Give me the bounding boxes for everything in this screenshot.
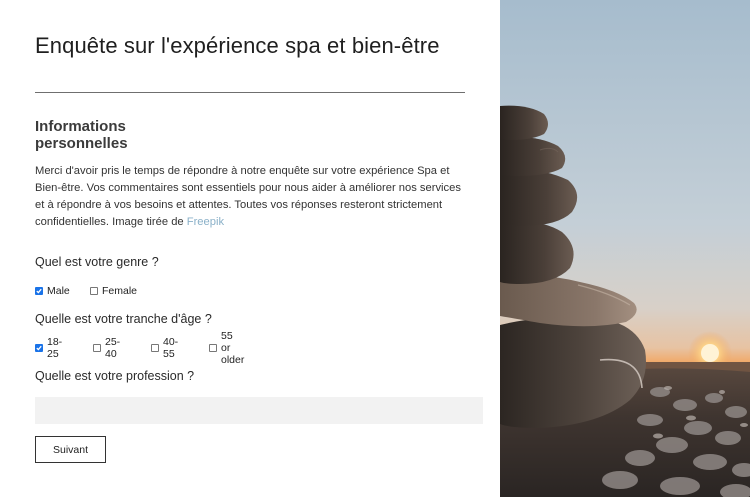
survey-form: Enquête sur l'expérience spa et bien-êtr… — [0, 0, 500, 497]
female-label: Female — [102, 285, 138, 297]
next-button[interactable]: Suivant — [35, 436, 106, 463]
age-40-55-label: 40-55 — [163, 336, 179, 360]
page-title: Enquête sur l'expérience spa et bien-êtr… — [35, 33, 440, 58]
gender-question-label: Quel est votre genre ? — [35, 255, 159, 269]
age-option-55-or-older[interactable]: 55 or older — [209, 330, 244, 366]
age-option-18-25[interactable]: 18-25 — [35, 336, 62, 360]
age-55-or-older-checkbox[interactable] — [209, 344, 217, 352]
age-question-label: Quelle est votre tranche d'âge ? — [35, 312, 212, 326]
profession-question-label: Quelle est votre profession ? — [35, 369, 195, 383]
stacked-stones-photo — [500, 0, 750, 497]
male-checkbox[interactable] — [35, 287, 43, 295]
age-55-or-older-label: 55 or older — [221, 330, 245, 366]
section-heading: Informations personnelles — [35, 118, 128, 152]
age-25-40-checkbox[interactable] — [93, 344, 101, 352]
intro-text: Merci d'avoir pris le temps de répondre … — [35, 165, 461, 228]
age-40-55-checkbox[interactable] — [151, 344, 159, 352]
female-checkbox[interactable] — [90, 287, 98, 295]
age-18-25-label: 18-25 — [47, 336, 63, 360]
male-label: Male — [47, 285, 70, 297]
gender-option-male[interactable]: Male — [35, 284, 70, 298]
gender-option-female[interactable]: Female — [90, 284, 137, 298]
age-18-25-checkbox[interactable] — [35, 344, 43, 352]
age-25-40-label: 25-40 — [105, 336, 121, 360]
profession-input[interactable] — [35, 397, 483, 424]
age-option-40-55[interactable]: 40-55 — [151, 336, 178, 360]
stacked-stones-image — [500, 0, 750, 497]
freepik-link[interactable]: Freepik — [187, 216, 224, 228]
intro-paragraph: Merci d'avoir pris le temps de répondre … — [35, 163, 465, 231]
title-divider — [35, 92, 465, 93]
age-option-25-40[interactable]: 25-40 — [93, 336, 120, 360]
